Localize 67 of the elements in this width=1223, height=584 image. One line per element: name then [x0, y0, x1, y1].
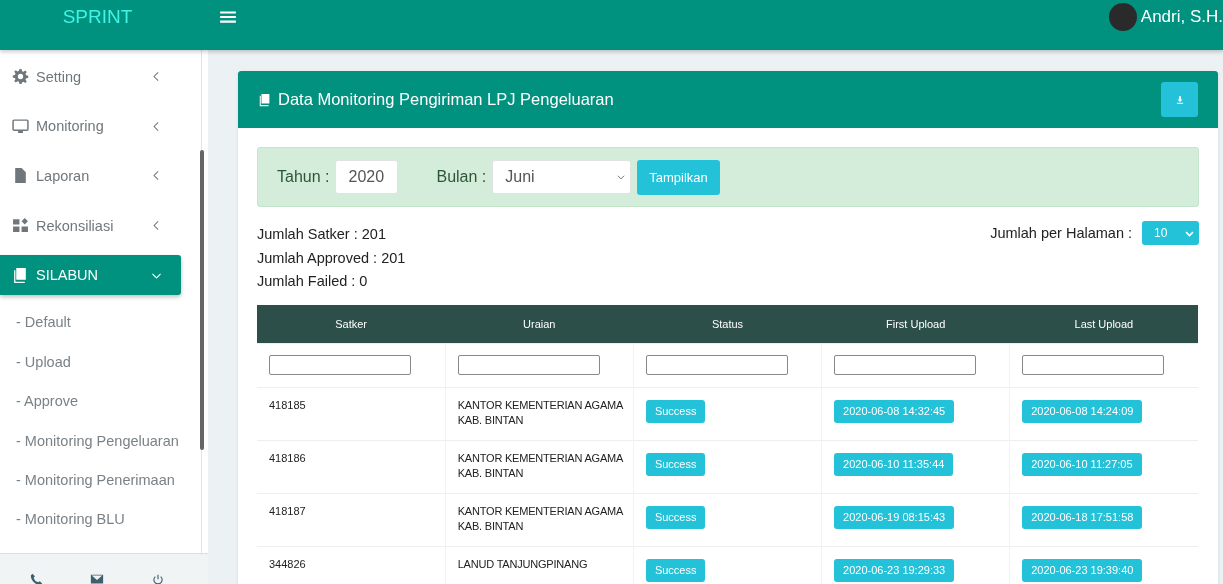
- panel-title: Data Monitoring Pengiriman LPJ Pengeluaran: [278, 90, 614, 109]
- column-header[interactable]: Satker: [257, 304, 446, 343]
- sidebar-item[interactable]: Laporan: [0, 151, 181, 201]
- chevron-down-icon: [616, 172, 627, 182]
- timestamp-badge: 2020-06-10 11:35:44: [834, 452, 954, 476]
- book-icon: [12, 266, 29, 284]
- sidebar-item[interactable]: Monitoring: [0, 101, 181, 152]
- column-header[interactable]: Last Upload: [1009, 304, 1198, 343]
- monitor-icon: [12, 117, 29, 135]
- submenu-item[interactable]: - Monitoring BLU: [0, 500, 125, 540]
- book-icon: [258, 92, 272, 107]
- avatar[interactable]: [1108, 3, 1137, 31]
- table-cell-text: KANTOR KEMENTERIAN AGAMA KAB. BINTAN: [457, 450, 624, 481]
- power-icon: [152, 574, 165, 584]
- filter-field[interactable]: [457, 355, 600, 375]
- menu-button[interactable]: [219, 8, 237, 26]
- page-size-label: Jumlah per Halaman :: [990, 225, 1132, 241]
- submenu-item[interactable]: - Approve: [0, 382, 79, 422]
- submenu-item[interactable]: - Monitoring Pengeluaran: [0, 421, 179, 461]
- year-field[interactable]: 2020: [335, 160, 399, 194]
- summary-text: Jumlah Failed : 0: [257, 272, 369, 291]
- column-header[interactable]: First Upload: [821, 304, 1010, 343]
- sidebar-item[interactable]: Setting: [0, 52, 181, 102]
- table-cell: 418185: [269, 397, 306, 413]
- timestamp-badge: 2020-06-19 08:15:43: [834, 505, 955, 529]
- mail-icon: [90, 572, 105, 584]
- table-cell-text: LANUD TANJUNGPINANG: [457, 556, 589, 572]
- menu-icon: [219, 8, 237, 26]
- timestamp-badge: 2020-06-08 14:32:45: [834, 399, 955, 423]
- status-badge: Success: [645, 399, 706, 423]
- timestamp-badge: 2020-06-08 14:24:09: [1022, 399, 1143, 423]
- scrollbar[interactable]: [200, 150, 204, 450]
- table-cell: 418186: [269, 450, 306, 466]
- sidebar-item[interactable]: SILABUN: [0, 255, 181, 296]
- download-icon: [1174, 94, 1185, 105]
- filter-field[interactable]: [834, 355, 977, 375]
- filter-field[interactable]: [269, 355, 411, 375]
- filter-field[interactable]: [645, 355, 788, 375]
- grid-icon: [12, 217, 29, 235]
- timestamp-badge: 2020-06-23 19:39:40: [1022, 558, 1143, 582]
- column-header[interactable]: Uraian: [445, 304, 634, 343]
- status-badge: Success: [645, 452, 706, 476]
- table-cell: 344826: [269, 556, 306, 572]
- year-label: Tahun :: [277, 168, 330, 186]
- gear-icon: [12, 68, 29, 86]
- summary-text: Jumlah Approved : 201: [257, 248, 406, 268]
- table-cell-text: KANTOR KEMENTERIAN AGAMA KAB. BINTAN: [457, 503, 624, 534]
- submenu-item[interactable]: - Default: [0, 303, 71, 343]
- timestamp-badge: 2020-06-23 19:29:33: [834, 558, 955, 582]
- sidebar-item[interactable]: Rekonsiliasi: [0, 200, 181, 251]
- month-select[interactable]: Juni: [492, 160, 632, 194]
- filter-field[interactable]: [1022, 355, 1165, 375]
- table-cell-text: KANTOR KEMENTERIAN AGAMA KAB. BINTAN: [457, 397, 624, 428]
- table-cell: 418187: [269, 503, 306, 519]
- submenu-item[interactable]: - Upload: [0, 342, 71, 383]
- document-icon: [12, 167, 29, 185]
- month-label: Bulan :: [436, 168, 487, 186]
- summary-text: Jumlah Satker : 201: [257, 225, 387, 244]
- timestamp-badge: 2020-06-10 11:27:05: [1022, 452, 1142, 476]
- status-badge: Success: [645, 505, 706, 529]
- column-header[interactable]: Status: [633, 304, 822, 343]
- phone-icon: [29, 573, 43, 584]
- timestamp-badge: 2020-06-18 17:51:58: [1022, 505, 1143, 529]
- status-badge: Success: [645, 558, 706, 582]
- submenu-item[interactable]: - Monitoring Penerimaan: [0, 460, 175, 501]
- app-brand[interactable]: SPRINT: [0, 6, 195, 28]
- user-name[interactable]: Andri, S.H.: [1140, 7, 1223, 27]
